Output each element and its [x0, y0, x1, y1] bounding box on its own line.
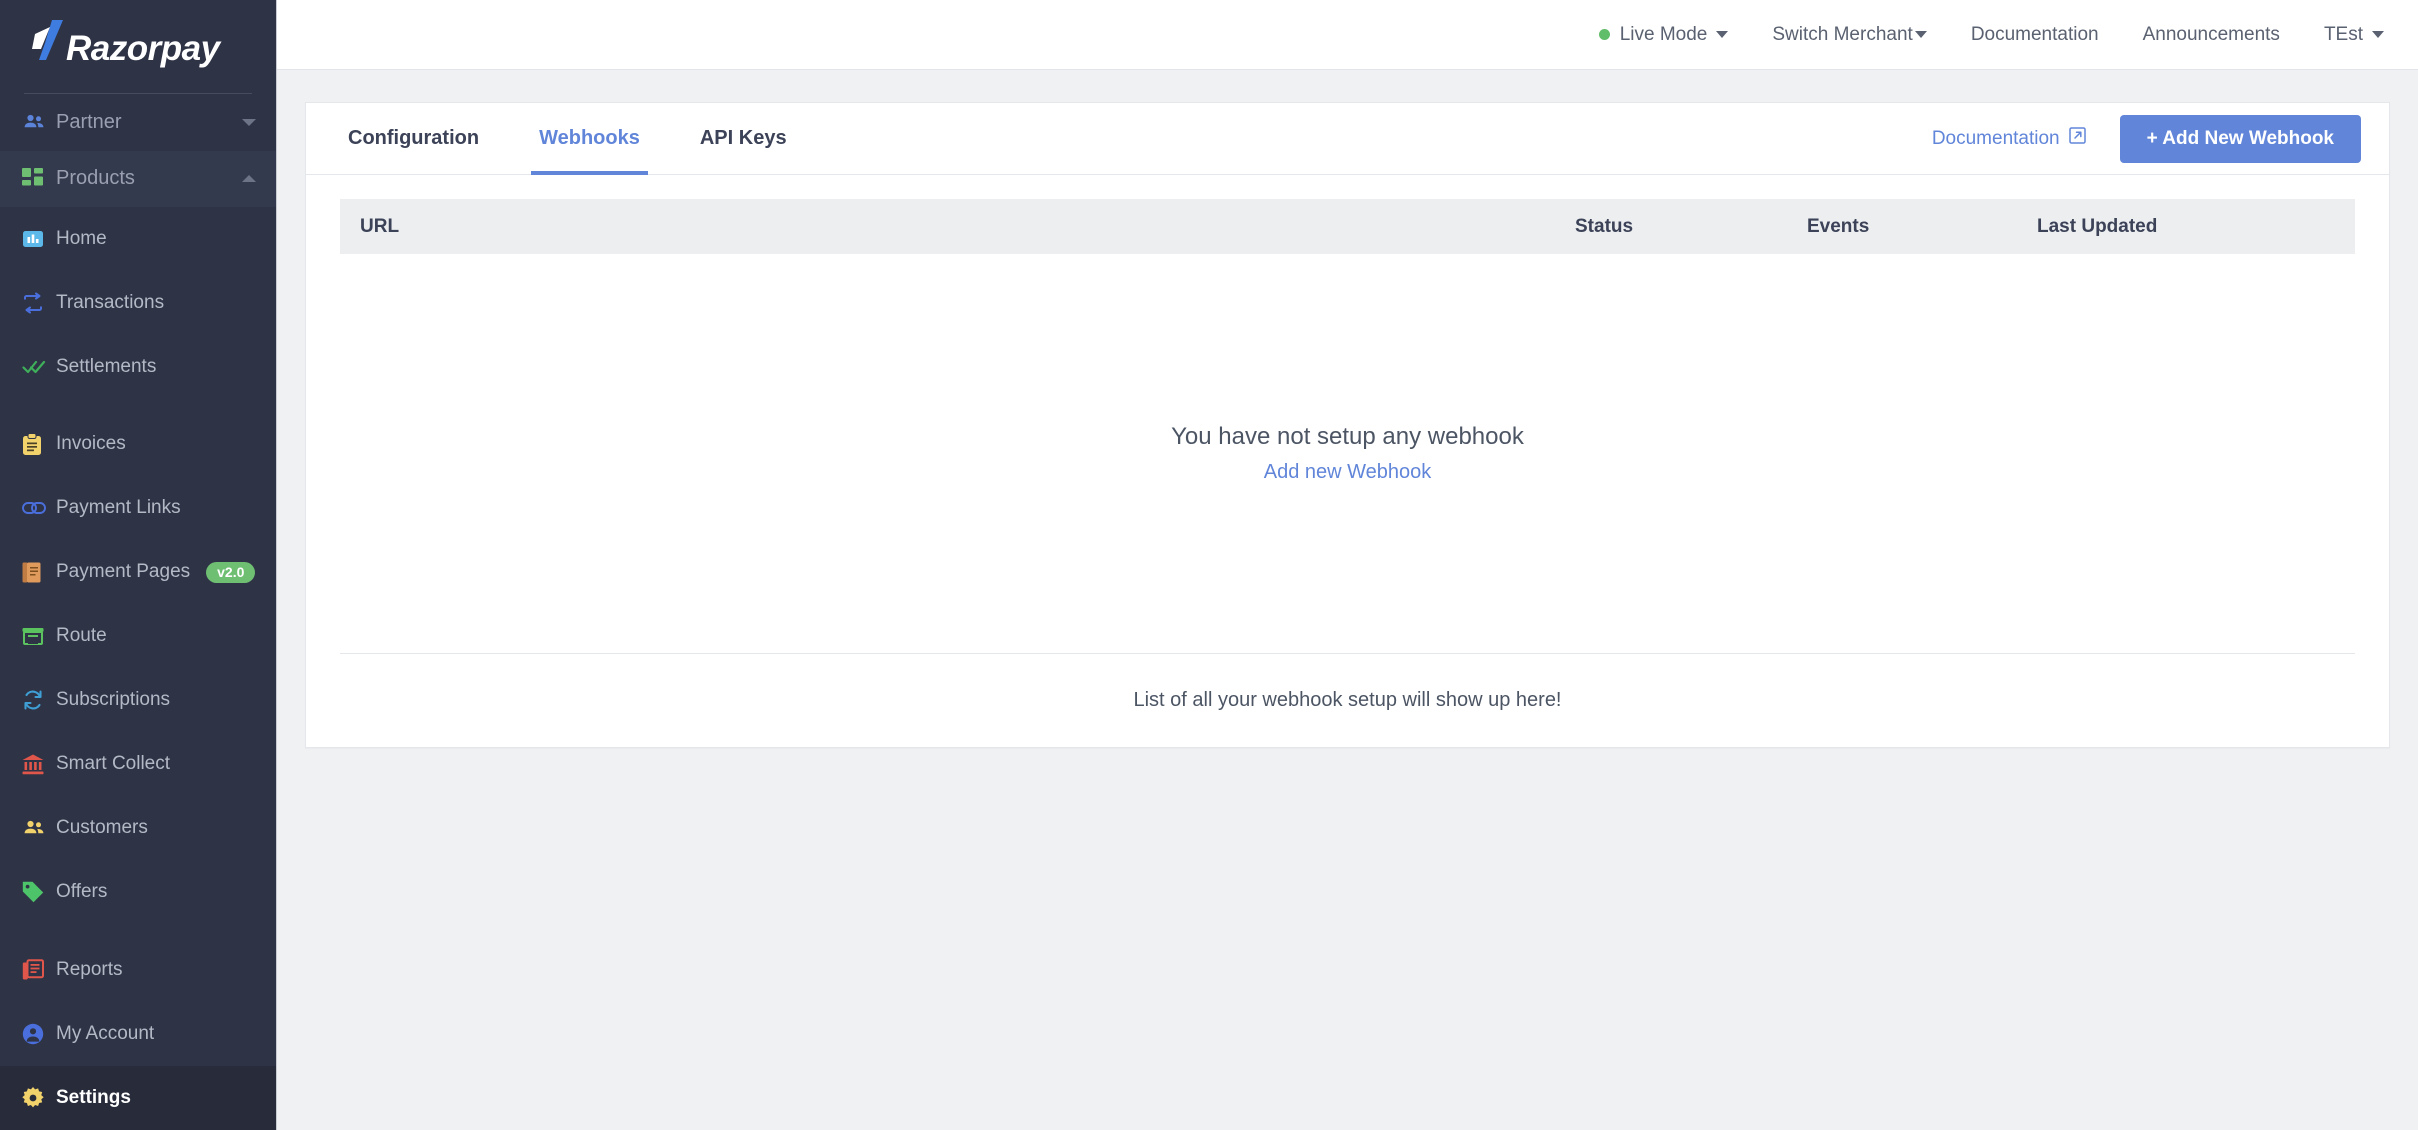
sidebar-item-label: Settlements [56, 355, 157, 377]
sidebar-item-offers[interactable]: Offers [0, 860, 276, 924]
live-mode-label: Live Mode [1619, 23, 1708, 45]
sidebar-section-products[interactable]: Products [0, 150, 276, 207]
storefront-icon [14, 626, 56, 646]
column-header-status: Status [1575, 215, 1634, 237]
sidebar-item-settlements[interactable]: Settlements [0, 335, 276, 399]
sidebar-item-subscriptions[interactable]: Subscriptions [0, 668, 276, 732]
switch-merchant-label: Switch Merchant [1772, 23, 1913, 45]
settings-tabs: Configuration Webhooks API Keys [340, 103, 839, 175]
sidebar-item-label: Route [56, 625, 107, 647]
chevron-up-icon [242, 175, 256, 183]
brand-name: Razorpay [66, 28, 220, 68]
sidebar-item-customers[interactable]: Customers [0, 796, 276, 860]
chevron-down-icon [242, 118, 256, 126]
user-account-menu[interactable]: TEst [2324, 24, 2384, 46]
sidebar-item-label: Payment Pages [56, 561, 191, 583]
clipboard-icon [14, 432, 56, 456]
documentation-link-label: Documentation [1931, 127, 2060, 149]
sidebar-item-payment-pages[interactable]: Payment Pages v2.0 [0, 540, 276, 604]
bar-chart-icon [14, 228, 56, 250]
people-icon [14, 110, 56, 134]
sidebar-section-label: Partner [56, 110, 122, 133]
report-icon [14, 959, 56, 981]
refresh-icon [14, 689, 56, 711]
chevron-down-icon [1716, 31, 1729, 38]
add-new-webhook-link[interactable]: Add new Webhook [1264, 461, 1432, 484]
external-link-icon [2068, 127, 2086, 150]
sidebar-item-label: Customers [56, 817, 148, 839]
people-icon [14, 816, 56, 840]
link-icon [14, 500, 56, 516]
table-header-row: URL Status Events Last Updated [340, 199, 2355, 254]
add-new-webhook-button[interactable]: + Add New Webhook [2119, 114, 2361, 163]
tab-webhooks[interactable]: Webhooks [531, 103, 648, 175]
main-area: Live Mode Switch Merchant Documentation … [277, 0, 2418, 1130]
content-area: Configuration Webhooks API Keys Document… [277, 70, 2418, 1130]
documentation-link[interactable]: Documentation [1932, 127, 2086, 150]
sidebar-item-label: Subscriptions [56, 689, 171, 711]
sidebar-item-route[interactable]: Route [0, 604, 276, 668]
sidebar-item-label: Offers [56, 881, 108, 903]
sidebar-item-transactions[interactable]: Transactions [0, 271, 276, 335]
empty-state-title: You have not setup any webhook [1171, 423, 1524, 450]
topnav-announcements-link[interactable]: Announcements [2143, 24, 2280, 46]
live-status-dot [1598, 29, 1610, 40]
tab-api-keys[interactable]: API Keys [692, 103, 795, 174]
sidebar-item-invoices[interactable]: Invoices [0, 412, 276, 476]
switch-merchant-menu[interactable]: Switch Merchant [1772, 23, 1927, 46]
chevron-down-icon [2372, 31, 2384, 38]
exchange-icon [14, 292, 56, 314]
sidebar-item-label: Invoices [56, 433, 126, 455]
tab-configuration[interactable]: Configuration [340, 103, 487, 174]
sidebar: Razorpay Partner Products Home Transacti… [0, 0, 277, 1130]
brand-logo[interactable]: Razorpay [0, 0, 276, 85]
sidebar-item-label: Smart Collect [56, 753, 171, 775]
sidebar-item-smart-collect[interactable]: Smart Collect [0, 732, 276, 796]
column-header-events: Events [1807, 215, 1870, 237]
razorpay-logo-icon [32, 19, 66, 60]
tag-icon [14, 881, 56, 903]
sidebar-item-label: Transactions [56, 291, 165, 313]
double-check-icon [14, 356, 56, 378]
sidebar-item-payment-links[interactable]: Payment Links [0, 476, 276, 540]
app-root: Razorpay Partner Products Home Transacti… [0, 0, 2418, 1130]
card-header: Configuration Webhooks API Keys Document… [306, 103, 2389, 175]
sidebar-item-label: Settings [56, 1086, 131, 1108]
document-icon [14, 561, 56, 584]
topnav-documentation-link[interactable]: Documentation [1971, 24, 2099, 46]
footer-hint-text: List of all your webhook setup will show… [1133, 689, 1562, 711]
user-name-label: TEst [2323, 23, 2363, 45]
webhooks-table: URL Status Events Last Updated You have … [306, 175, 2389, 654]
gear-icon [14, 1086, 56, 1109]
user-circle-icon [14, 1023, 56, 1045]
sidebar-item-label: Home [56, 227, 107, 249]
sidebar-item-label: My Account [56, 1022, 155, 1044]
sidebar-item-my-account[interactable]: My Account [0, 1002, 276, 1066]
sidebar-item-settings[interactable]: Settings [0, 1065, 276, 1130]
status-badge: v2.0 [206, 561, 256, 583]
grid-icon [14, 167, 56, 190]
column-header-last-updated: Last Updated [2037, 215, 2158, 237]
bank-icon [14, 754, 56, 775]
sidebar-section-partner[interactable]: Partner [0, 94, 276, 150]
card-footer: List of all your webhook setup will show… [306, 654, 2389, 747]
sidebar-item-reports[interactable]: Reports [0, 938, 276, 1002]
sidebar-item-home[interactable]: Home [0, 207, 276, 271]
chevron-down-icon [1914, 31, 1927, 38]
top-navigation-bar: Live Mode Switch Merchant Documentation … [277, 0, 2418, 70]
sidebar-section-label: Products [56, 167, 135, 190]
webhooks-card: Configuration Webhooks API Keys Document… [305, 102, 2390, 748]
sidebar-item-label: Reports [56, 958, 123, 980]
sidebar-item-label: Payment Links [56, 497, 181, 519]
live-mode-switcher[interactable]: Live Mode [1598, 23, 1729, 46]
column-header-url: URL [360, 215, 400, 237]
empty-state: You have not setup any webhook Add new W… [340, 254, 2355, 654]
card-header-actions: Documentation + Add New Webhook [1932, 103, 2361, 174]
